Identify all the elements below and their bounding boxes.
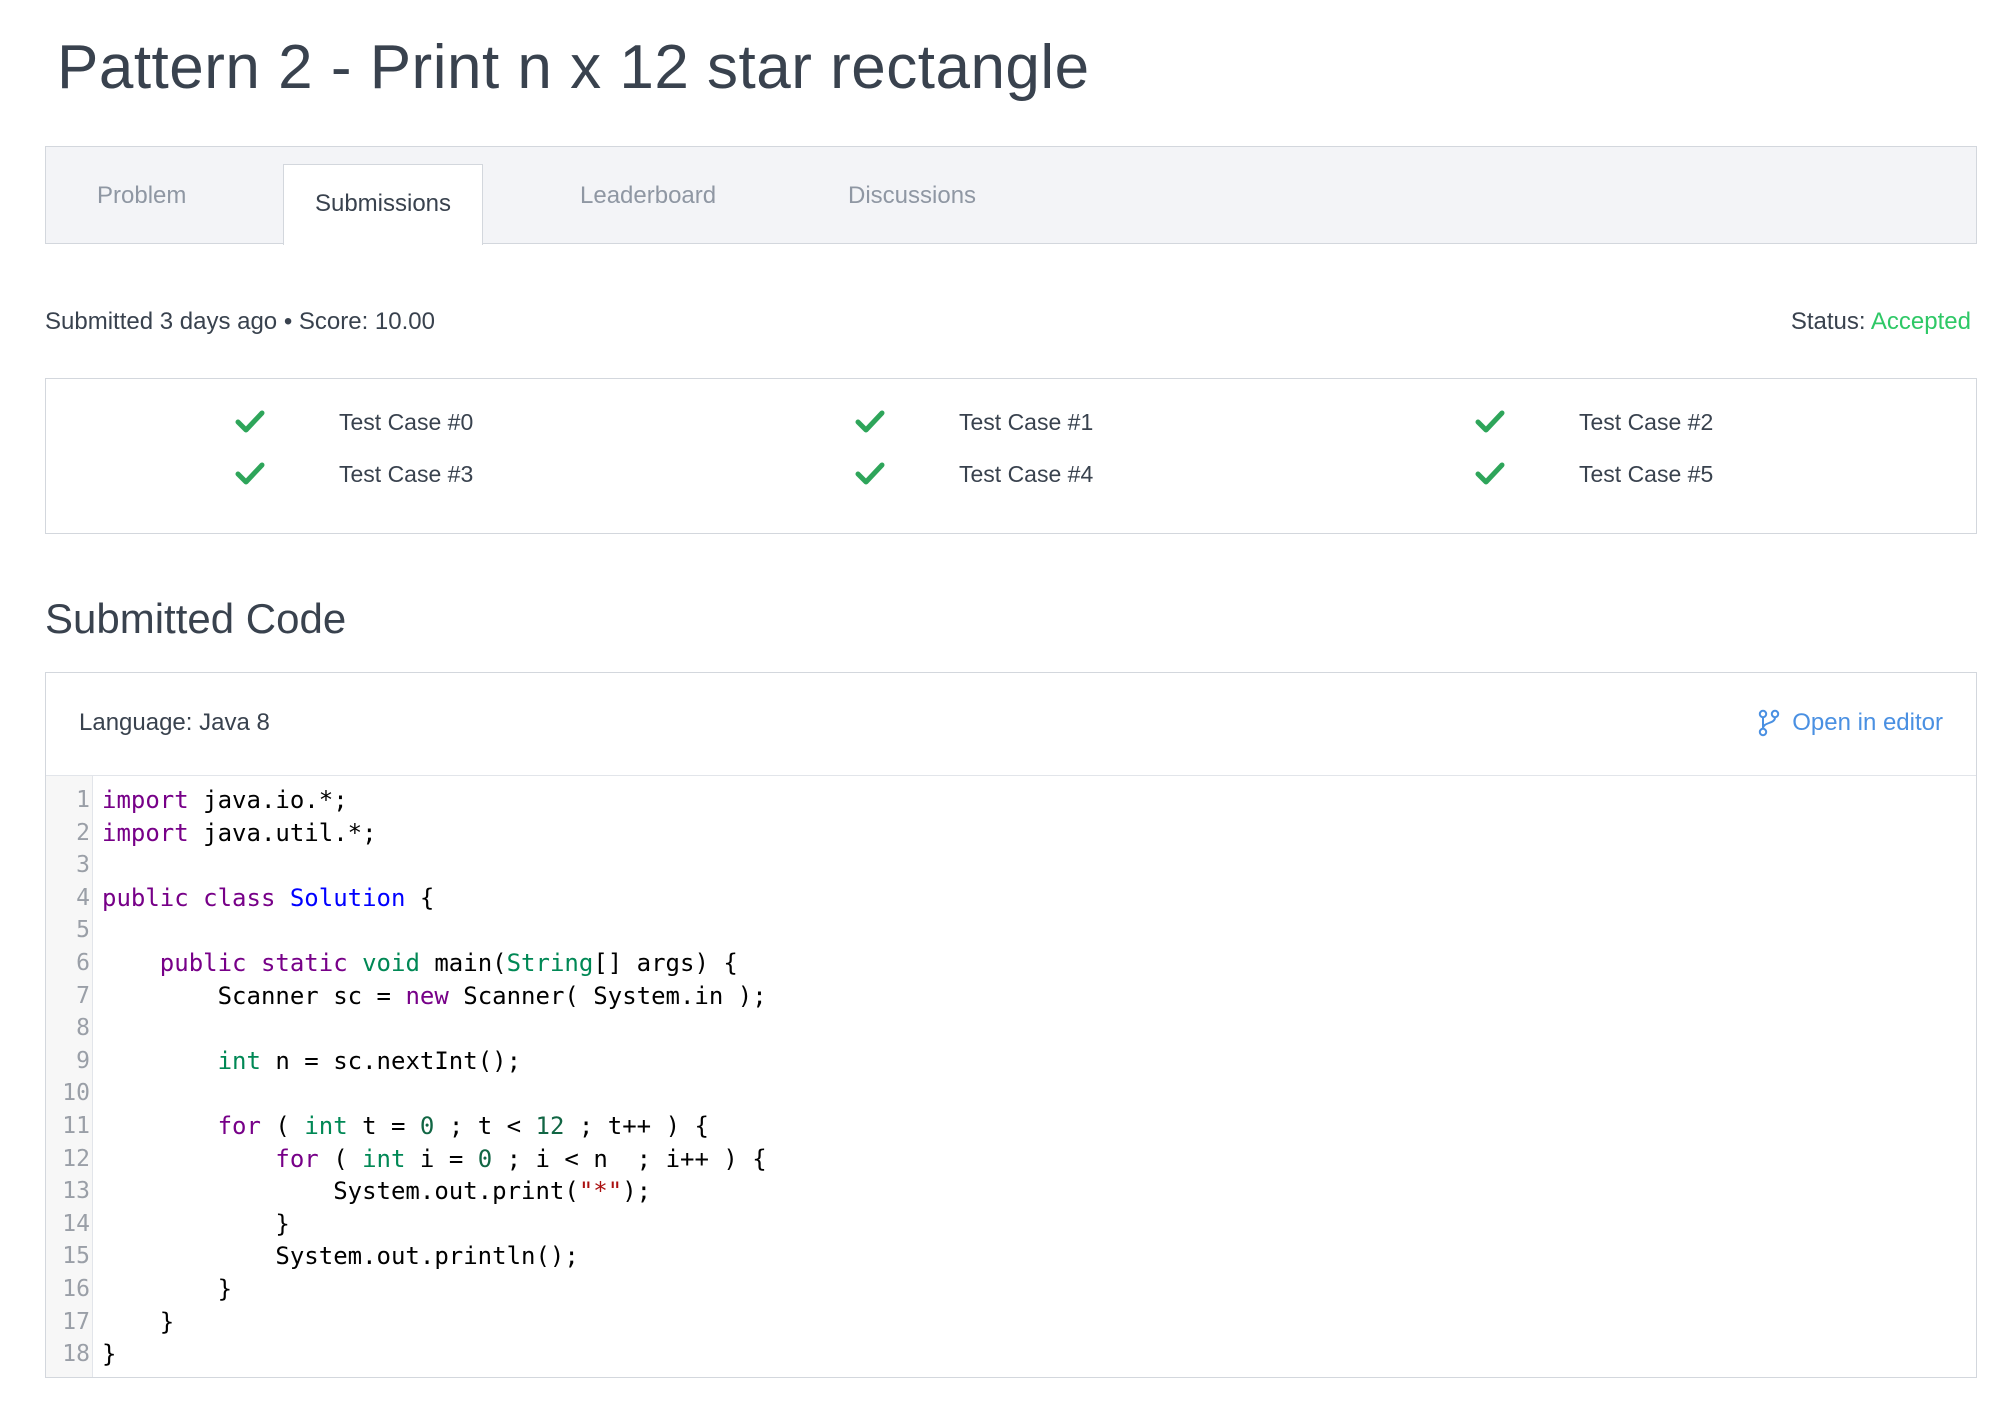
submission-summary: Submitted 3 days ago • Score: 10.00 [45,308,435,335]
code-text: } [102,1209,290,1238]
status-label: Status: [1790,308,1866,335]
code-text: for ( int i = 0 ; i < n ; i++ ) { [275,1144,767,1173]
code-line: 2 import java.util.*; [46,817,1976,850]
line-number: 13 [62,1178,90,1205]
check-icon [235,461,265,487]
line-number: 8 [76,1015,90,1042]
code-line: 5 [46,914,1976,947]
code-text: } [102,1340,117,1369]
code-viewer[interactable]: 1 import java.io.*; 2 import java.util.*; 3 4… [46,776,1976,1377]
test-case-item[interactable]: Test Case #5 [1475,454,1713,494]
tab-problem[interactable]: Problem [97,147,186,245]
line-number: 6 [76,949,90,976]
code-text: int n = sc.nextInt(); [217,1046,522,1075]
line-number: 10 [62,1080,90,1107]
line-number: 1 [76,787,90,813]
code-line: 8 [46,1012,1976,1045]
branch-icon [1758,709,1792,737]
code-line: 11 for ( int t = 0 ; t < 12 ; t++ ) { [46,1110,1976,1143]
check-icon [1475,409,1505,435]
page-title: Pattern 2 - Print n x 12 star rectangle [57,33,1090,102]
code-text: import java.io.*; [102,786,348,814]
line-number: 5 [76,917,90,944]
test-case-item[interactable]: Test Case #2 [1475,402,1713,442]
code-text: System.out.print("*"); [102,1177,652,1206]
line-number: 16 [62,1275,90,1302]
code-text: for ( int t = 0 ; t < 12 ; t++ ) { [217,1111,709,1140]
test-case-item[interactable]: Test Case #1 [855,402,1093,442]
tab-leaderboard[interactable]: Leaderboard [580,147,716,245]
test-case-label: Test Case #2 [1579,408,1714,435]
code-text: Scanner sc = new Scanner( System.in ); [102,981,767,1010]
code-line: 3 [46,849,1976,882]
check-icon [235,409,265,435]
test-case-label: Test Case #0 [339,408,474,435]
line-number: 15 [62,1243,90,1270]
test-case-item[interactable]: Test Case #4 [855,454,1093,494]
test-case-item[interactable]: Test Case #0 [235,402,473,442]
test-case-label: Test Case #1 [959,408,1094,435]
code-text: } [102,1307,175,1336]
line-number: 4 [76,884,90,911]
code-line: 7 Scanner sc = new Scanner( System.in ); [46,980,1976,1013]
code-line: 13 System.out.print("*"); [46,1175,1976,1208]
code-line: 12 for ( int i = 0 ; i < n ; i++ ) { [46,1143,1976,1176]
line-number: 9 [76,1047,90,1074]
code-line: 18} [46,1338,1976,1371]
line-number: 18 [62,1341,90,1368]
tab-submissions[interactable]: Submissions [283,164,483,245]
code-panel: Language: Java 8 Open in editor 1 import … [45,672,1977,1378]
open-in-editor-link[interactable]: Open in editor [1758,709,1943,737]
code-line: 9 int n = sc.nextInt(); [46,1045,1976,1078]
line-number: 14 [62,1210,90,1237]
language-label: Language: Java 8 [79,709,270,736]
line-number: 7 [76,982,90,1009]
code-line: 4 public class Solution { [46,882,1976,915]
code-text: public class Solution { [102,883,435,912]
status-badge: Accepted [1870,308,1971,335]
check-icon [855,409,885,435]
code-lines: 1 import java.io.*; 2 import java.util.*; 3 4… [46,784,1976,1371]
submission-status: Status: Accepted [1791,308,1971,336]
line-number: 17 [62,1308,90,1335]
code-line: 6 public static void main(String[] args)… [46,947,1976,980]
code-text: import java.util.*; [102,818,377,847]
line-number: 2 [76,819,90,846]
code-text: } [102,1274,233,1303]
section-title-submitted-code: Submitted Code [45,595,347,642]
check-icon [1475,461,1505,487]
line-number: 11 [62,1112,90,1139]
test-case-grid: Test Case #0 Test Case #1 Test Case #2 T… [45,378,1977,534]
test-case-label: Test Case #4 [959,460,1094,487]
code-line: 14 } [46,1208,1976,1241]
code-line: 15 System.out.println(); [46,1240,1976,1273]
code-panel-header: Language: Java 8 Open in editor [46,673,1976,776]
code-text: public static void main(String[] args) { [159,948,738,977]
test-case-label: Test Case #5 [1579,460,1714,487]
tab-bar: Problem Submissions Leaderboard Discussi… [45,146,1977,245]
open-in-editor-label: Open in editor [1792,709,1943,736]
test-case-label: Test Case #3 [339,460,474,487]
submission-page: Pattern 2 - Print n x 12 star rectangle … [0,0,1996,1404]
check-icon [855,461,885,487]
code-text: System.out.println(); [102,1242,579,1271]
code-line: 16 } [46,1273,1976,1306]
line-number: 3 [76,852,90,879]
line-number: 12 [62,1145,90,1172]
test-case-item[interactable]: Test Case #3 [235,454,473,494]
code-line: 10 [46,1077,1976,1110]
code-line: 17 } [46,1306,1976,1339]
tab-discussions[interactable]: Discussions [848,147,976,245]
code-line: 1 import java.io.*; [46,784,1976,817]
